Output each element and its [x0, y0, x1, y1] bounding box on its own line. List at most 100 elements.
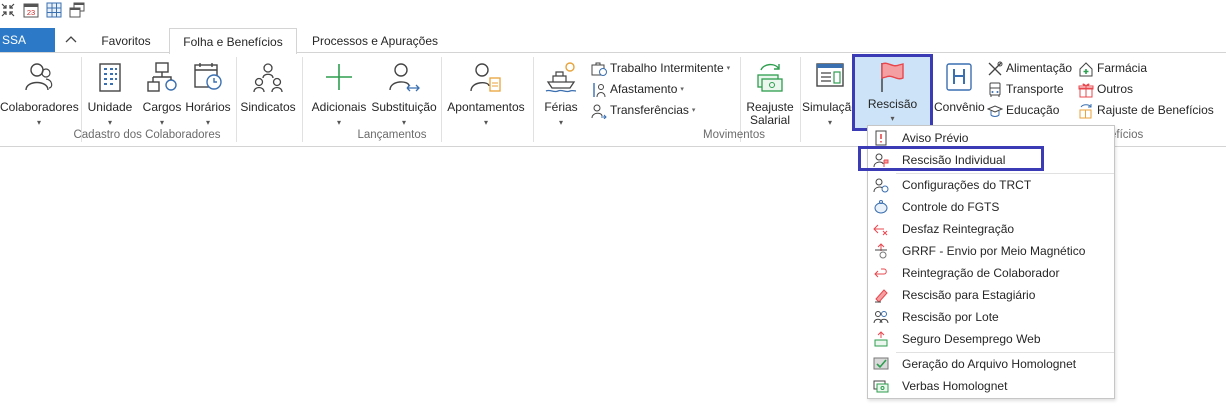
- substituicao-label: Substituição: [371, 100, 437, 114]
- reajuste-beneficios-button[interactable]: Rajuste de Benefícios: [1077, 101, 1214, 120]
- chevron-down-icon: ▾: [336, 118, 341, 127]
- people-settings-icon: [873, 178, 889, 193]
- person-swap-icon: [389, 63, 420, 92]
- unidade-label: Unidade: [87, 100, 133, 114]
- money-upload-icon: [874, 331, 888, 347]
- educacao-button[interactable]: Educação: [986, 101, 1059, 120]
- menu-item-rescisao-estagiario[interactable]: Rescisão para Estagiário: [868, 284, 1114, 306]
- chevron-down-icon: ▾: [159, 118, 164, 127]
- briefcase-clock-icon: [591, 62, 607, 76]
- calendar-clock-icon: [194, 63, 222, 90]
- piggy-bank-icon: [874, 200, 888, 214]
- sindicatos-button[interactable]: Sindicatos: [238, 57, 298, 127]
- menu-item-configuracoes-trct[interactable]: Configurações do TRCT: [868, 174, 1114, 196]
- afastamento-button[interactable]: Afastamento ▾: [590, 80, 684, 99]
- alimentacao-label: Alimentação: [1006, 61, 1073, 75]
- chevron-down-icon: ▾: [558, 118, 563, 127]
- quick-access-toolbar: 23: [0, 0, 1226, 22]
- group-network-icon: [253, 63, 283, 93]
- menu-item-label: Aviso Prévio: [902, 131, 969, 145]
- apontamentos-label: Apontamentos: [447, 100, 525, 114]
- outros-label: Outros: [1097, 82, 1134, 96]
- boat-sun-icon: [545, 62, 577, 93]
- group-label-beneficios: efícios: [1110, 129, 1144, 141]
- cargos-button[interactable]: Cargos ▾: [140, 57, 184, 127]
- money-stack-icon: [873, 380, 889, 393]
- reajuste-salarial-button[interactable]: Reajuste Salarial: [744, 57, 796, 131]
- convenio-button[interactable]: Convênio: [934, 57, 985, 127]
- menu-item-label: Rescisão por Lote: [902, 310, 999, 324]
- gift-icon: [1078, 83, 1094, 98]
- cargos-label: Cargos: [142, 100, 182, 114]
- sindicatos-label: Sindicatos: [240, 100, 296, 114]
- rescisao-button[interactable]: Rescisão ▾: [852, 54, 933, 131]
- ribbon-tabs: SSA 2025 Favoritos Folha e Benefícios Pr…: [0, 28, 1226, 72]
- chevron-down-icon: ▾: [680, 86, 684, 93]
- flag-icon: [881, 62, 904, 92]
- menu-item-controle-fgts[interactable]: Controle do FGTS: [868, 196, 1114, 218]
- simulacao-button[interactable]: Simulação ▾: [802, 57, 858, 127]
- menu-item-label: GRRF - Envio por Meio Magnético: [902, 244, 1086, 258]
- disk-upload-icon: [875, 243, 887, 259]
- tab-folha-beneficios[interactable]: Folha e Benefícios: [169, 28, 297, 54]
- horarios-button[interactable]: Horários ▾: [184, 57, 232, 127]
- alimentacao-button[interactable]: Alimentação: [986, 59, 1072, 78]
- ferias-button[interactable]: Férias ▾: [537, 57, 585, 127]
- menu-item-grrf[interactable]: GRRF - Envio por Meio Magnético: [868, 240, 1114, 262]
- calendar-icon[interactable]: 23: [23, 2, 39, 18]
- tab-processos-apuracoes[interactable]: Processos e Apurações: [302, 28, 448, 53]
- chevron-down-icon: ▾: [827, 118, 832, 127]
- chevron-down-icon: ▾: [726, 65, 731, 72]
- adicionais-button[interactable]: Adicionais ▾: [308, 57, 370, 127]
- chevron-down-icon: ▾: [401, 118, 406, 127]
- farmacia-label: Farmácia: [1097, 61, 1148, 75]
- chevron-up-icon[interactable]: [63, 32, 79, 48]
- people-group-icon: [873, 311, 889, 324]
- person-clipboard-icon: [470, 63, 501, 92]
- farmacia-button[interactable]: Farmácia: [1077, 59, 1147, 78]
- colaboradores-button[interactable]: Colaboradores ▾: [0, 57, 79, 127]
- afastamento-label: Afastamento: [610, 82, 678, 96]
- chevron-down-icon: ▾: [107, 118, 112, 127]
- trabalho-intermitente-button[interactable]: Trabalho Intermitente ▾: [590, 59, 730, 78]
- app-tab[interactable]: SSA 2025: [0, 28, 55, 72]
- menu-item-arquivo-homolognet[interactable]: Geração do Arquivo Homolognet: [868, 353, 1114, 375]
- grid-icon[interactable]: [46, 2, 62, 18]
- colaboradores-label: Colaboradores: [0, 100, 79, 114]
- person-transfer-icon: [591, 104, 607, 119]
- menu-item-reintegracao-colaborador[interactable]: Reintegração de Colaborador: [868, 262, 1114, 284]
- file-check-icon: [873, 357, 889, 370]
- group-label-lancamentos: Lançamentos: [357, 129, 427, 141]
- notice-icon: [875, 130, 887, 146]
- substituicao-button[interactable]: Substituição ▾: [370, 57, 438, 127]
- cutlery-icon: [988, 61, 1003, 76]
- menu-item-rescisao-lote[interactable]: Rescisão por Lote: [868, 306, 1114, 328]
- windows-icon[interactable]: [69, 2, 85, 18]
- transferencias-label: Transferências: [610, 103, 689, 117]
- tab-favoritos[interactable]: Favoritos: [88, 28, 164, 53]
- group-label-cadastro: Cadastro dos Colaboradores: [73, 129, 221, 141]
- menu-item-desfaz-reintegracao[interactable]: Desfaz Reintegração: [868, 218, 1114, 240]
- outros-button[interactable]: Outros: [1077, 80, 1133, 99]
- apontamentos-button[interactable]: Apontamentos ▾: [444, 57, 528, 127]
- svg-text:23: 23: [27, 8, 35, 17]
- person-away-icon: [593, 83, 606, 98]
- building-icon: [99, 63, 121, 92]
- menu-item-label: Seguro Desemprego Web: [902, 332, 1041, 346]
- highlight-box: [858, 146, 1044, 171]
- collapse-icon[interactable]: [0, 2, 16, 18]
- menu-item-verbas-homolognet[interactable]: Verbas Homolognet: [868, 375, 1114, 397]
- menu-item-label: Controle do FGTS: [902, 200, 1000, 214]
- transferencias-button[interactable]: Transferências ▾: [590, 101, 695, 120]
- transporte-button[interactable]: Transporte: [986, 80, 1064, 99]
- pharmacy-icon: [1079, 62, 1093, 77]
- gift-refresh-icon: [1079, 104, 1092, 119]
- unidade-button[interactable]: Unidade ▾: [84, 57, 136, 127]
- horarios-label: Horários: [185, 100, 231, 114]
- chevron-down-icon: ▾: [890, 114, 895, 123]
- return-arrow-icon: [874, 268, 887, 278]
- chevron-down-icon: ▾: [691, 107, 696, 114]
- menu-item-label: Rescisão para Estagiário: [902, 288, 1036, 302]
- chevron-down-icon: ▾: [36, 118, 41, 127]
- menu-item-seguro-desemprego[interactable]: Seguro Desemprego Web: [868, 328, 1114, 350]
